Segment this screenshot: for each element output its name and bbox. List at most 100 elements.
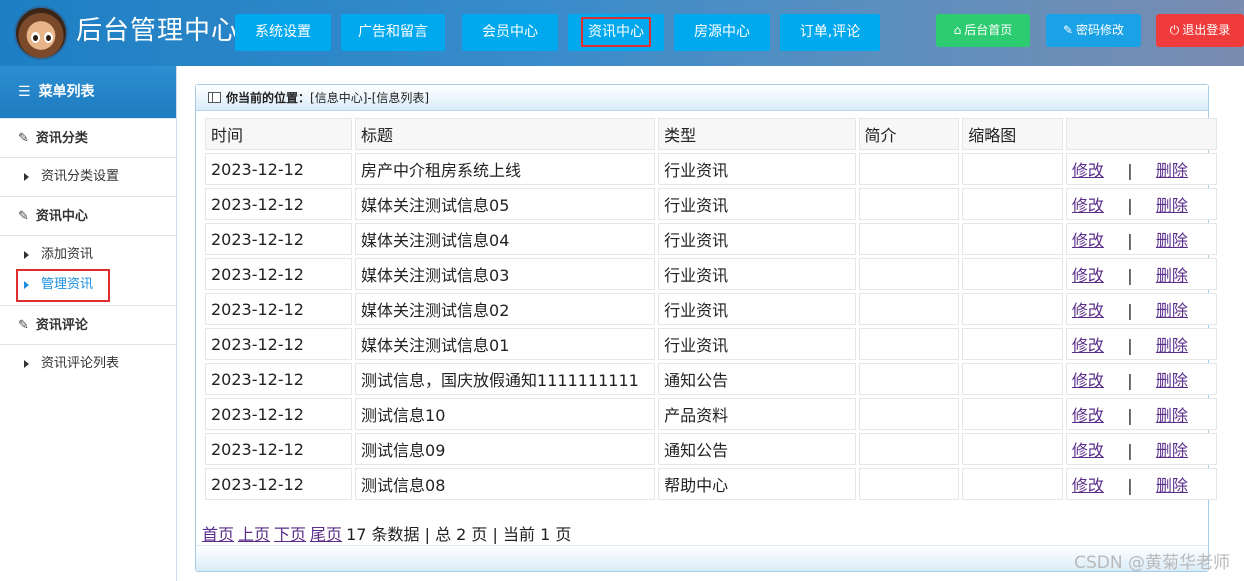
sidebar-group-label: 资讯评论 [35, 318, 88, 333]
col-header-time: 时间 [205, 118, 353, 150]
action-separator: | [1127, 406, 1133, 425]
edit-link[interactable]: 修改 [1072, 301, 1104, 320]
delete-link[interactable]: 删除 [1156, 336, 1188, 355]
table-row: 2023-12-12 媒体关注测试信息05 行业资讯 修改 | 删除 [205, 188, 1217, 220]
edit-link[interactable]: 修改 [1072, 161, 1104, 180]
sidebar-group-news-center[interactable]: ✎ 资讯中心 [0, 196, 176, 236]
sidebar-group-news-comments[interactable]: ✎ 资讯评论 [0, 305, 176, 345]
nav-listings[interactable]: 房源中心 [674, 14, 770, 51]
delete-link[interactable]: 删除 [1156, 406, 1188, 425]
cell-intro [858, 433, 960, 465]
action-separator: | [1127, 441, 1133, 460]
col-header-thumbnail: 缩略图 [962, 118, 1063, 150]
table-row: 2023-12-12 测试信息，国庆放假通知1111111111 通知公告 修改 | 删除 [205, 363, 1217, 395]
sidebar-item-manage-news[interactable]: 管理资讯 [0, 269, 176, 302]
pager-first[interactable]: 首页 [202, 525, 234, 544]
delete-link[interactable]: 删除 [1156, 161, 1188, 180]
sidebar-item-label: 添加资讯 [41, 247, 94, 262]
cell-actions: 修改 | 删除 [1065, 398, 1217, 430]
news-table: 时间 标题 类型 简介 缩略图 2023-12-12 房产中介租房系统上线 行业资讯… [202, 115, 1220, 503]
nav-members[interactable]: 会员中心 [462, 14, 558, 51]
nav-ads-messages[interactable]: 广告和留言 [341, 14, 445, 51]
action-separator: | [1127, 301, 1133, 320]
cell-actions: 修改 | 删除 [1065, 328, 1217, 360]
edit-link[interactable]: 修改 [1072, 266, 1104, 285]
delete-link[interactable]: 删除 [1156, 371, 1188, 390]
edit-link[interactable]: 修改 [1072, 476, 1104, 495]
nav-system-settings[interactable]: 系统设置 [235, 14, 331, 51]
wrench-icon: ✎ [1062, 23, 1074, 37]
cell-thumbnail [962, 153, 1063, 185]
breadcrumb-path: [信息中心]-[信息列表] [310, 91, 430, 105]
table-row: 2023-12-12 媒体关注测试信息02 行业资讯 修改 | 删除 [205, 293, 1217, 325]
cell-actions: 修改 | 删除 [1065, 433, 1217, 465]
cell-time: 2023-12-12 [205, 433, 353, 465]
cell-title: 测试信息08 [355, 468, 656, 500]
edit-link[interactable]: 修改 [1072, 231, 1104, 250]
cell-type: 通知公告 [658, 363, 856, 395]
cell-title: 测试信息09 [355, 433, 656, 465]
pager-prev[interactable]: 上页 [238, 525, 270, 544]
edit-link[interactable]: 修改 [1072, 371, 1104, 390]
action-separator: | [1127, 371, 1133, 390]
sidebar-item-comment-list[interactable]: 资讯评论列表 [0, 349, 176, 379]
logout-button[interactable]: ⏻ 退出登录 [1156, 14, 1244, 47]
table-row: 2023-12-12 测试信息08 帮助中心 修改 | 删除 [205, 468, 1217, 500]
edit-icon: ✎ [18, 209, 29, 224]
logout-label: 退出登录 [1182, 23, 1231, 37]
delete-link[interactable]: 删除 [1156, 441, 1188, 460]
nav-label: 订单,评论 [799, 24, 861, 40]
delete-link[interactable]: 删除 [1156, 231, 1188, 250]
nav-news-center[interactable]: 资讯中心 [568, 14, 664, 51]
cell-intro [858, 188, 960, 220]
breadcrumb: 你当前的位置：[信息中心]-[信息列表] [196, 85, 1208, 111]
cell-actions: 修改 | 删除 [1065, 293, 1217, 325]
sidebar-item-add-news[interactable]: 添加资讯 [0, 240, 176, 270]
top-header: 后台管理中心 系统设置 广告和留言 会员中心 资讯中心 房源中心 订单,评论 ⌂… [0, 0, 1244, 66]
cell-title: 媒体关注测试信息03 [355, 258, 656, 290]
pagination: 首页 上页 下页 尾页 17 条数据 | 总 2 页 | 当前 1 页 [202, 521, 571, 545]
highlight-box [16, 269, 110, 302]
news-list-panel: 你当前的位置：[信息中心]-[信息列表] 时间 标题 类型 简介 缩略图 202… [195, 84, 1217, 572]
sidebar-group-news-category[interactable]: ✎ 资讯分类 [0, 118, 176, 158]
action-separator: | [1127, 476, 1133, 495]
delete-link[interactable]: 删除 [1156, 301, 1188, 320]
nav-label: 会员中心 [482, 24, 538, 40]
cell-title: 媒体关注测试信息02 [355, 293, 656, 325]
nav-orders-comments[interactable]: 订单,评论 [780, 14, 880, 51]
delete-link[interactable]: 删除 [1156, 196, 1188, 215]
edit-link[interactable]: 修改 [1072, 441, 1104, 460]
action-separator: | [1127, 161, 1133, 180]
cell-time: 2023-12-12 [205, 398, 353, 430]
col-header-type: 类型 [658, 118, 856, 150]
cell-time: 2023-12-12 [205, 328, 353, 360]
home-button[interactable]: ⌂ 后台首页 [936, 14, 1030, 47]
cell-title: 房产中介租房系统上线 [355, 153, 656, 185]
cell-thumbnail [962, 258, 1063, 290]
pager-next[interactable]: 下页 [274, 525, 306, 544]
cell-type: 通知公告 [658, 433, 856, 465]
sidebar-header-label: 菜单列表 [38, 84, 95, 100]
cell-actions: 修改 | 删除 [1065, 188, 1217, 220]
cell-actions: 修改 | 删除 [1065, 258, 1217, 290]
sidebar-item-category-settings[interactable]: 资讯分类设置 [0, 162, 176, 192]
change-password-button[interactable]: ✎ 密码修改 [1046, 14, 1141, 47]
edit-link[interactable]: 修改 [1072, 336, 1104, 355]
table-row: 2023-12-12 房产中介租房系统上线 行业资讯 修改 | 删除 [205, 153, 1217, 185]
watermark: CSDN @黄菊华老师 [1074, 553, 1230, 573]
edit-link[interactable]: 修改 [1072, 196, 1104, 215]
cell-actions: 修改 | 删除 [1065, 363, 1217, 395]
delete-link[interactable]: 删除 [1156, 266, 1188, 285]
cell-actions: 修改 | 删除 [1065, 153, 1217, 185]
delete-link[interactable]: 删除 [1156, 476, 1188, 495]
caret-right-icon [24, 172, 29, 181]
cell-thumbnail [962, 188, 1063, 220]
cell-type: 行业资讯 [658, 223, 856, 255]
edit-link[interactable]: 修改 [1072, 406, 1104, 425]
nav-label: 系统设置 [255, 24, 311, 40]
pager-last[interactable]: 尾页 [310, 525, 342, 544]
list-icon: ☰ [18, 84, 31, 100]
edit-icon: ✎ [18, 131, 29, 146]
cell-time: 2023-12-12 [205, 188, 353, 220]
sidebar-group-label: 资讯中心 [35, 209, 88, 224]
